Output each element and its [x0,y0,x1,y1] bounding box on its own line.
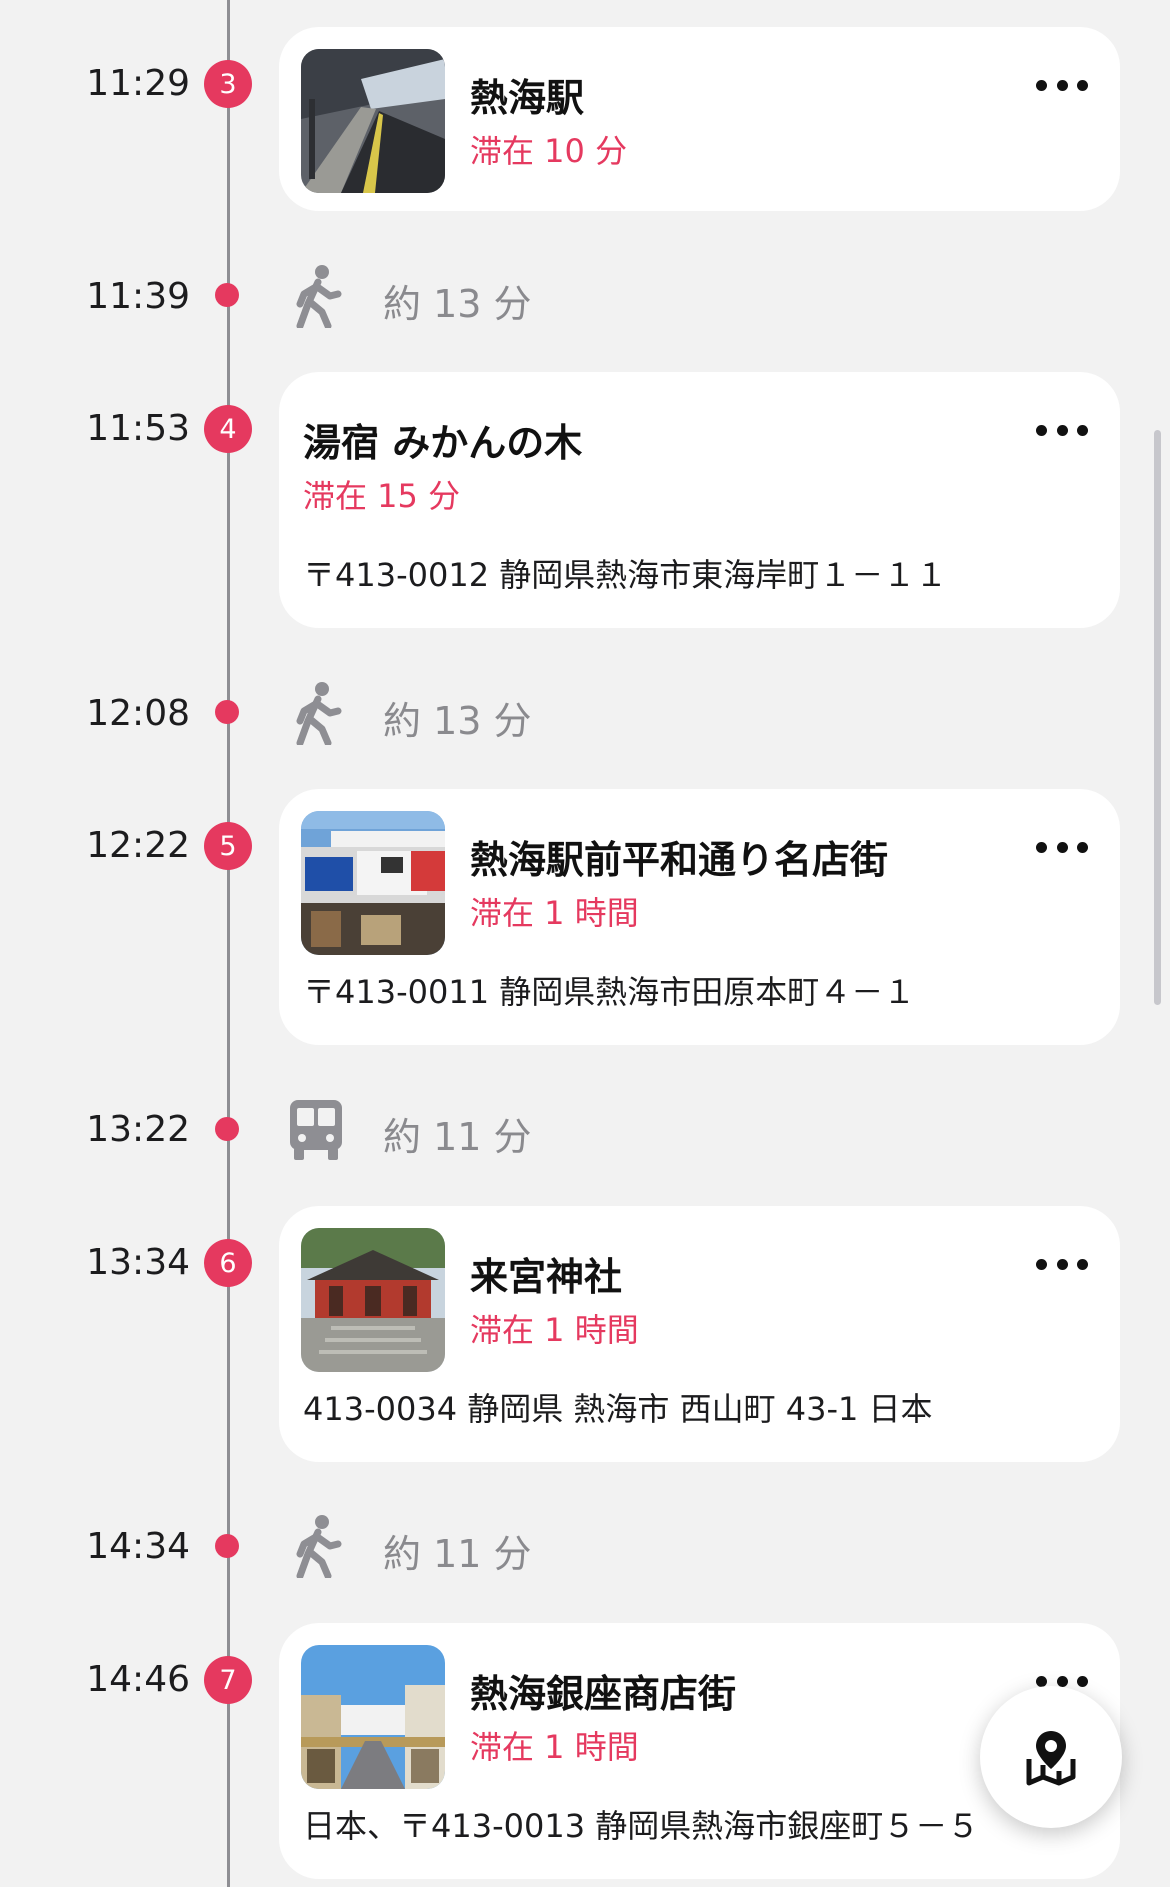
more-options-icon[interactable] [1036,420,1088,440]
stop-time: 12:22 [86,825,190,866]
stop-number-marker: 4 [204,405,252,453]
transit-time: 13:22 [86,1109,190,1150]
stop-time: 14:46 [86,1659,190,1700]
stop-stay-duration: 滞在 15 分 [303,477,461,515]
walk-icon [296,1515,342,1578]
stop-address: 〒413-0012 静岡県熱海市東海岸町１－１１ [303,556,948,594]
transit-time: 12:08 [86,693,190,734]
stop-title: 熱海駅 [470,76,585,120]
stop-time: 11:53 [86,408,190,449]
stop-stay-duration: 滞在 1 時間 [470,894,639,932]
stop-card-heiwadori-shopping-street[interactable]: 熱海駅前平和通り名店街 滞在 1 時間 〒413-0011 静岡県熱海市田原本町… [279,789,1120,1045]
stop-time: 13:34 [86,1242,190,1283]
stop-number-marker: 7 [204,1656,252,1704]
stop-stay-duration: 滞在 1 時間 [470,1728,639,1766]
stop-title: 来宮神社 [470,1255,623,1299]
stop-address: 413-0034 静岡県 熱海市 西山町 43-1 日本 [303,1390,933,1428]
transit-duration: 約 11 分 [383,1115,532,1159]
scrollbar[interactable] [1154,430,1161,1005]
walk-icon [296,265,342,328]
stop-title: 湯宿 みかんの木 [303,421,583,465]
stop-thumbnail [301,811,445,955]
transit-time: 11:39 [86,276,190,317]
transit-duration: 約 13 分 [383,282,532,326]
transit-time: 14:34 [86,1526,190,1567]
stop-address: 〒413-0011 静岡県熱海市田原本町４－１ [303,973,916,1011]
timeline-dot [215,283,239,307]
more-options-icon[interactable] [1036,75,1088,95]
stop-number-marker: 3 [204,60,252,108]
stop-thumbnail [301,1645,445,1789]
stop-address: 日本、〒413-0013 静岡県熱海市銀座町５－５ [303,1807,980,1845]
stop-number-marker: 6 [204,1239,252,1287]
timeline-dot [215,1534,239,1558]
stop-time: 11:29 [86,63,190,104]
map-view-button[interactable] [980,1686,1122,1828]
timeline-dot [215,700,239,724]
timeline-dot [215,1117,239,1141]
stop-thumbnail [301,49,445,193]
more-options-icon[interactable] [1036,1254,1088,1274]
stop-title: 熱海駅前平和通り名店街 [470,838,889,882]
map-pin-icon [1026,1731,1076,1786]
stop-stay-duration: 滞在 1 時間 [470,1311,639,1349]
stop-title: 熱海銀座商店街 [470,1672,737,1716]
transit-duration: 約 11 分 [383,1532,532,1576]
walk-icon [296,682,342,745]
more-options-icon[interactable] [1036,837,1088,857]
stop-card-yuyado-mikannoki[interactable]: 湯宿 みかんの木 滞在 15 分 〒413-0012 静岡県熱海市東海岸町１－１… [279,372,1120,628]
stop-card-atami-station[interactable]: 熱海駅 滞在 10 分 [279,27,1120,211]
stop-card-kinomiya-shrine[interactable]: 来宮神社 滞在 1 時間 413-0034 静岡県 熱海市 西山町 43-1 日… [279,1206,1120,1462]
transit-duration: 約 13 分 [383,699,532,743]
stop-number-marker: 5 [204,822,252,870]
bus-icon [290,1100,342,1160]
stop-stay-duration: 滞在 10 分 [470,132,628,170]
stop-thumbnail [301,1228,445,1372]
